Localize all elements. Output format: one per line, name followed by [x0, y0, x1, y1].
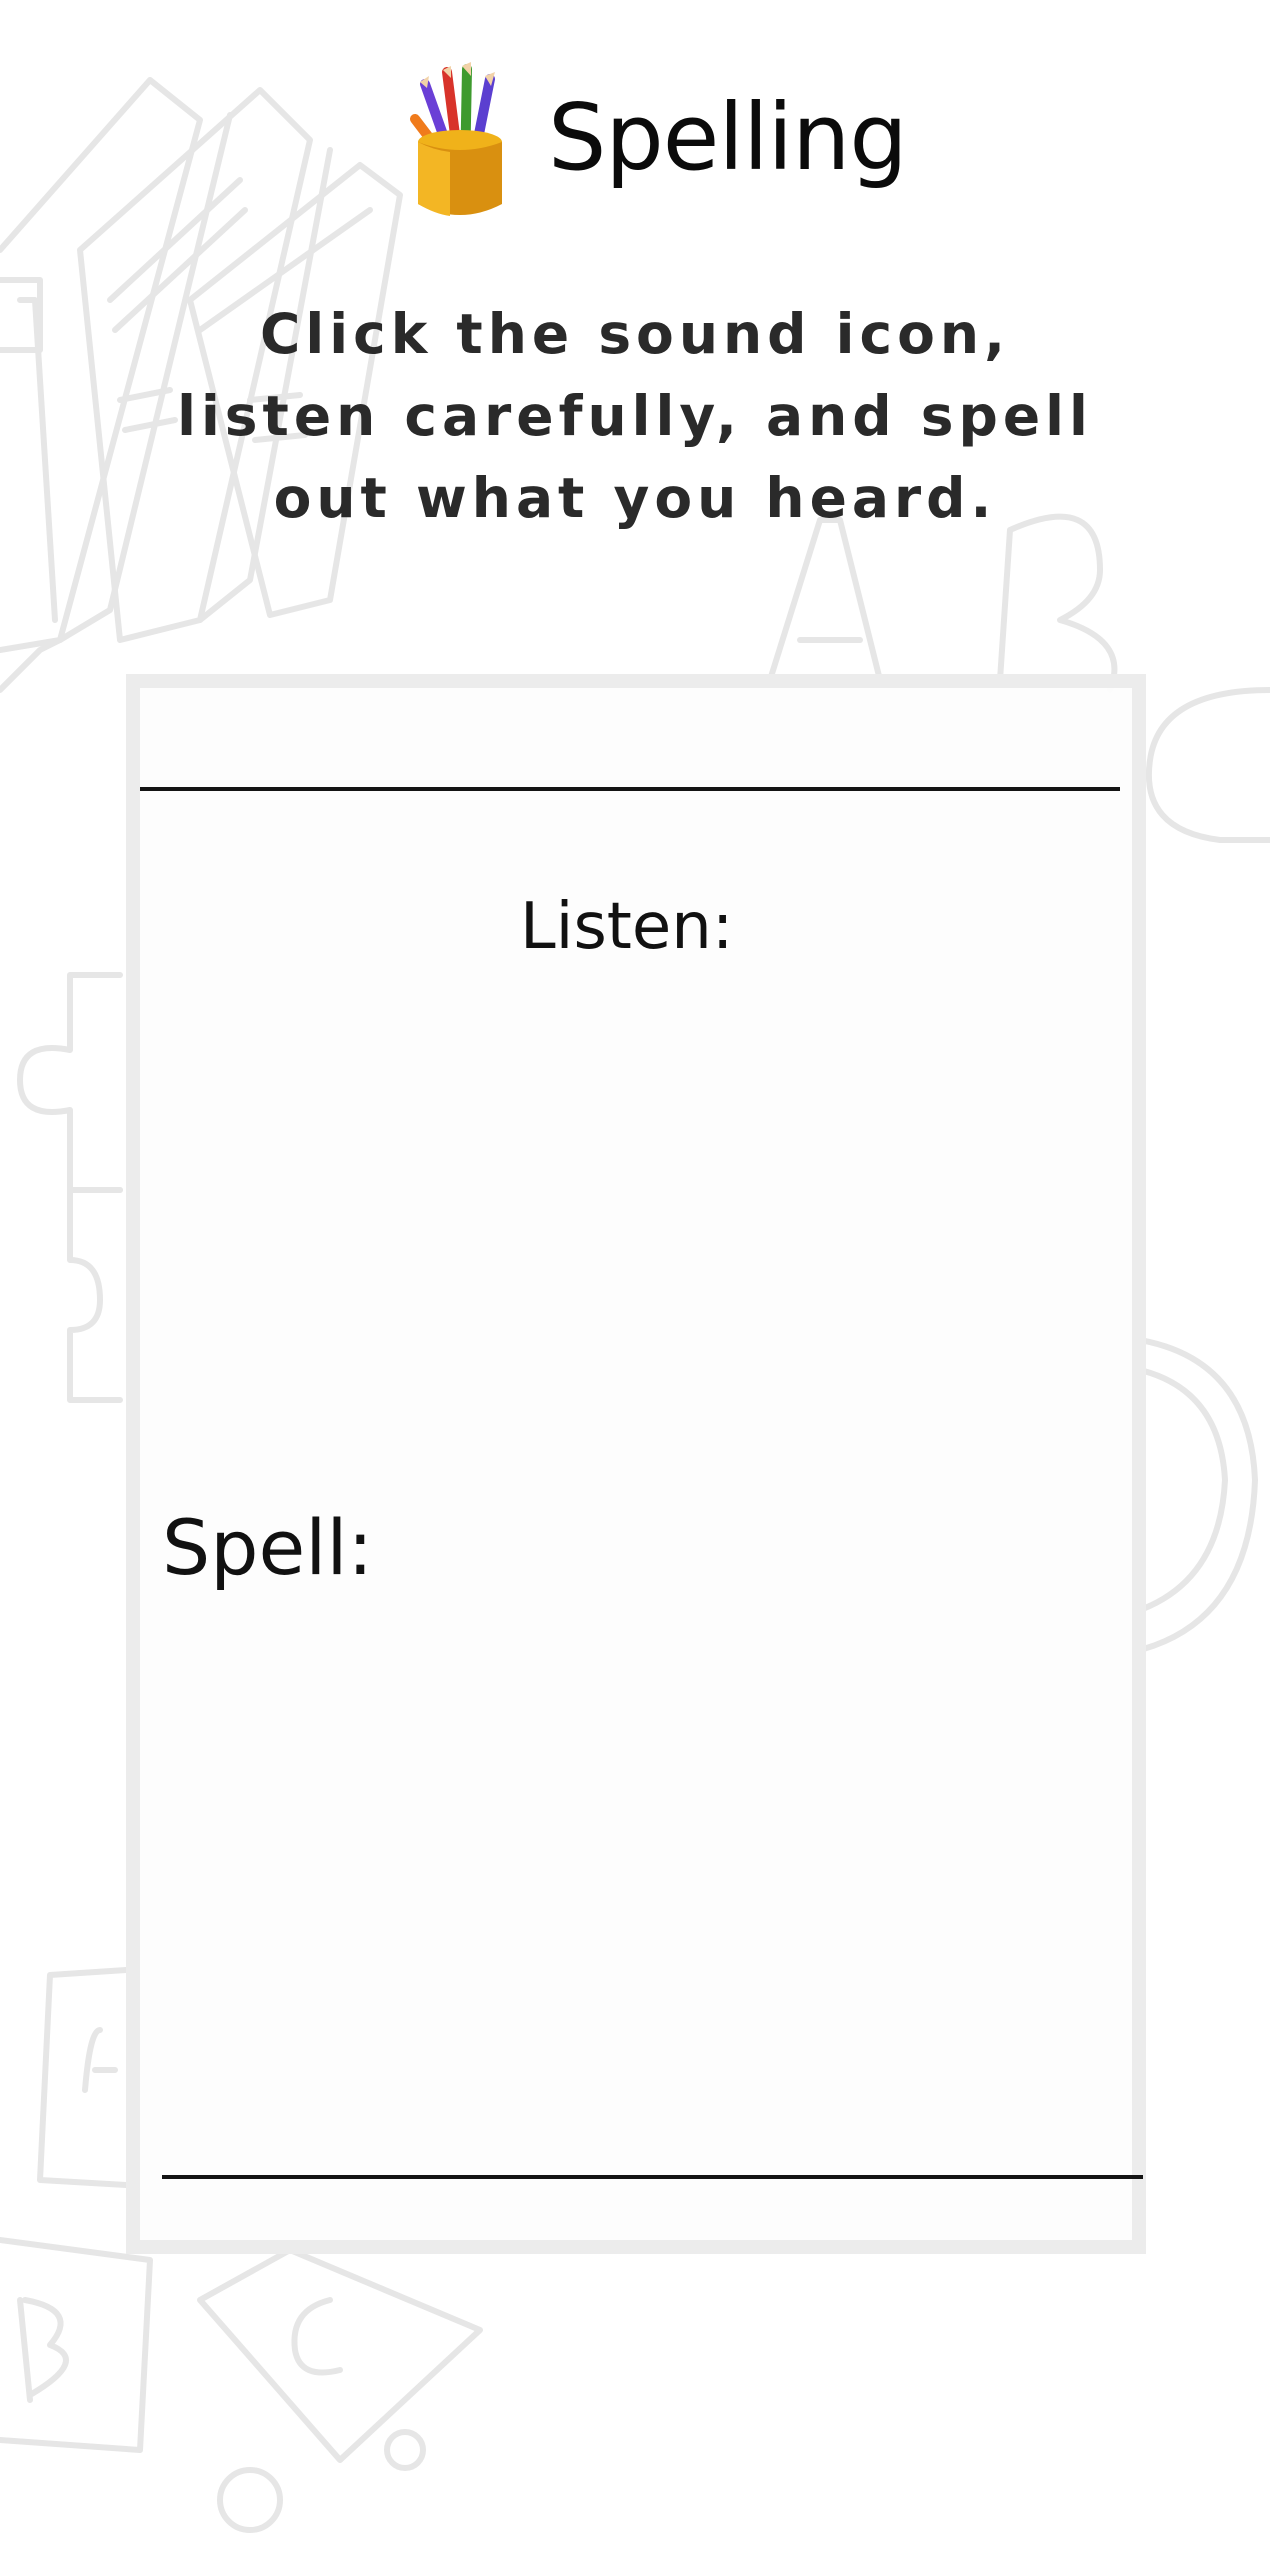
header: Spelling: [0, 48, 1270, 238]
page-title: Spelling: [548, 84, 908, 191]
puzzle-doodle: [17, 972, 123, 1403]
instructions-text: Click the sound icon, listen carefully, …: [177, 302, 1093, 530]
card-top-divider: [140, 787, 1120, 791]
listen-label: Listen:: [520, 890, 734, 964]
answer-line: [162, 2175, 1143, 2179]
spell-answer-area[interactable]: [162, 1640, 1142, 2170]
circle-doodle: [1137, 1337, 1258, 1653]
spell-label: Spell:: [162, 1503, 374, 1592]
sound-button[interactable]: [525, 1010, 745, 1230]
pencil-cup-icon: [410, 62, 502, 216]
